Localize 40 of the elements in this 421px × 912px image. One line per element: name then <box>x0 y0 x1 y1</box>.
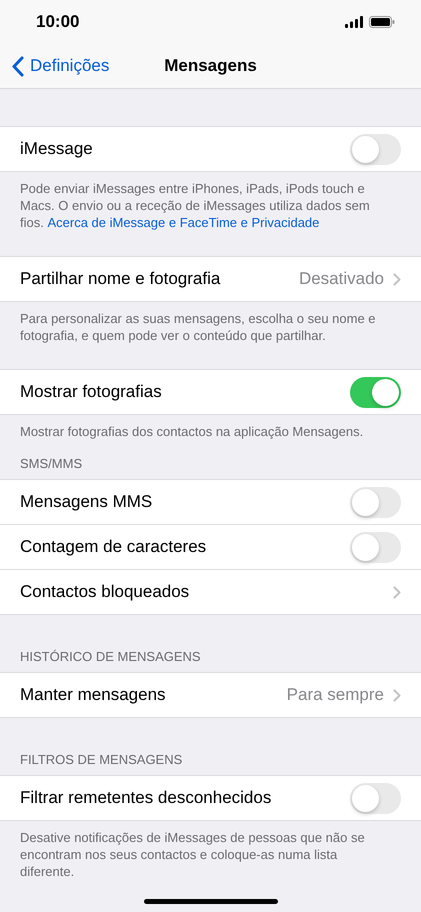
settings-row[interactable]: Mostrar fotografias <box>0 370 421 414</box>
chevron-icon <box>393 688 401 702</box>
section-footnote: Pode enviar iMessages entre iPhones, iPads, iPods touch e Macs. O envio ou a receção de iMessages utiliza dados sem fios. Acerca de iMessage e FaceTime e Privacidade <box>19 180 371 231</box>
toggle-switch[interactable] <box>350 134 401 164</box>
row-value: Desativado <box>298 269 384 289</box>
toggle-switch[interactable] <box>350 782 401 814</box>
section-footnote: Mostrar fotografias dos contactos na aplicação Mensagens. <box>19 423 364 440</box>
toggle-switch[interactable] <box>350 376 401 408</box>
row-label: Mensagens MMS <box>20 492 152 512</box>
chevron-icon <box>393 586 401 598</box>
toggle-switch[interactable] <box>350 532 401 562</box>
row-label: Filtrar remetentes desconhecidos <box>20 788 272 808</box>
section-header: HISTÓRICO DE MENSAGENS <box>19 648 202 666</box>
nav-title: Mensagens <box>164 56 257 76</box>
section-header: SMS/MMS <box>19 455 84 473</box>
row-label: Contactos bloqueados <box>20 582 190 602</box>
status-time: 10:00 <box>36 12 80 32</box>
row-label: Partilhar nome e fotografia <box>20 269 220 289</box>
toggle-switch[interactable] <box>350 486 401 518</box>
chevron-icon <box>393 272 401 286</box>
section-header: FILTROS DE MENSAGENS <box>19 751 184 769</box>
signal-icon <box>345 16 364 28</box>
settings-row[interactable]: Partilhar nome e fotografia Desativado <box>0 257 421 301</box>
settings-row[interactable]: Contactos bloqueados <box>0 569 421 614</box>
row-label: Manter mensagens <box>20 685 166 705</box>
row-label: Contagem de caracteres <box>20 537 206 557</box>
section-footnote: Para personalizar as suas mensagens, escolha o seu nome e fotografia, e quem pode ver o conteúdo que partilhar. <box>19 310 377 344</box>
row-value: Para sempre <box>286 685 384 705</box>
back-button[interactable]: Definições <box>0 56 110 76</box>
settings-row[interactable]: Manter mensagens Para sempre <box>0 673 421 717</box>
settings-row[interactable]: Filtrar remetentes desconhecidos <box>0 776 421 820</box>
battery-icon <box>369 16 395 28</box>
settings-row[interactable]: Contagem de caracteres <box>0 524 421 569</box>
section-footnote: Desative notificações de iMessages de pessoas que não se encontram nos seus contactos e coloque-as numa lista diferente. <box>19 829 366 880</box>
back-chevron-icon <box>12 56 24 76</box>
row-label: Mostrar fotografias <box>20 382 162 402</box>
settings-row[interactable]: iMessage <box>0 127 421 171</box>
privacy-link[interactable]: Acerca de iMessage e FaceTime e Privacidade <box>47 215 320 230</box>
settings-row[interactable]: Mensagens MMS <box>0 480 421 524</box>
row-label: iMessage <box>20 139 93 159</box>
